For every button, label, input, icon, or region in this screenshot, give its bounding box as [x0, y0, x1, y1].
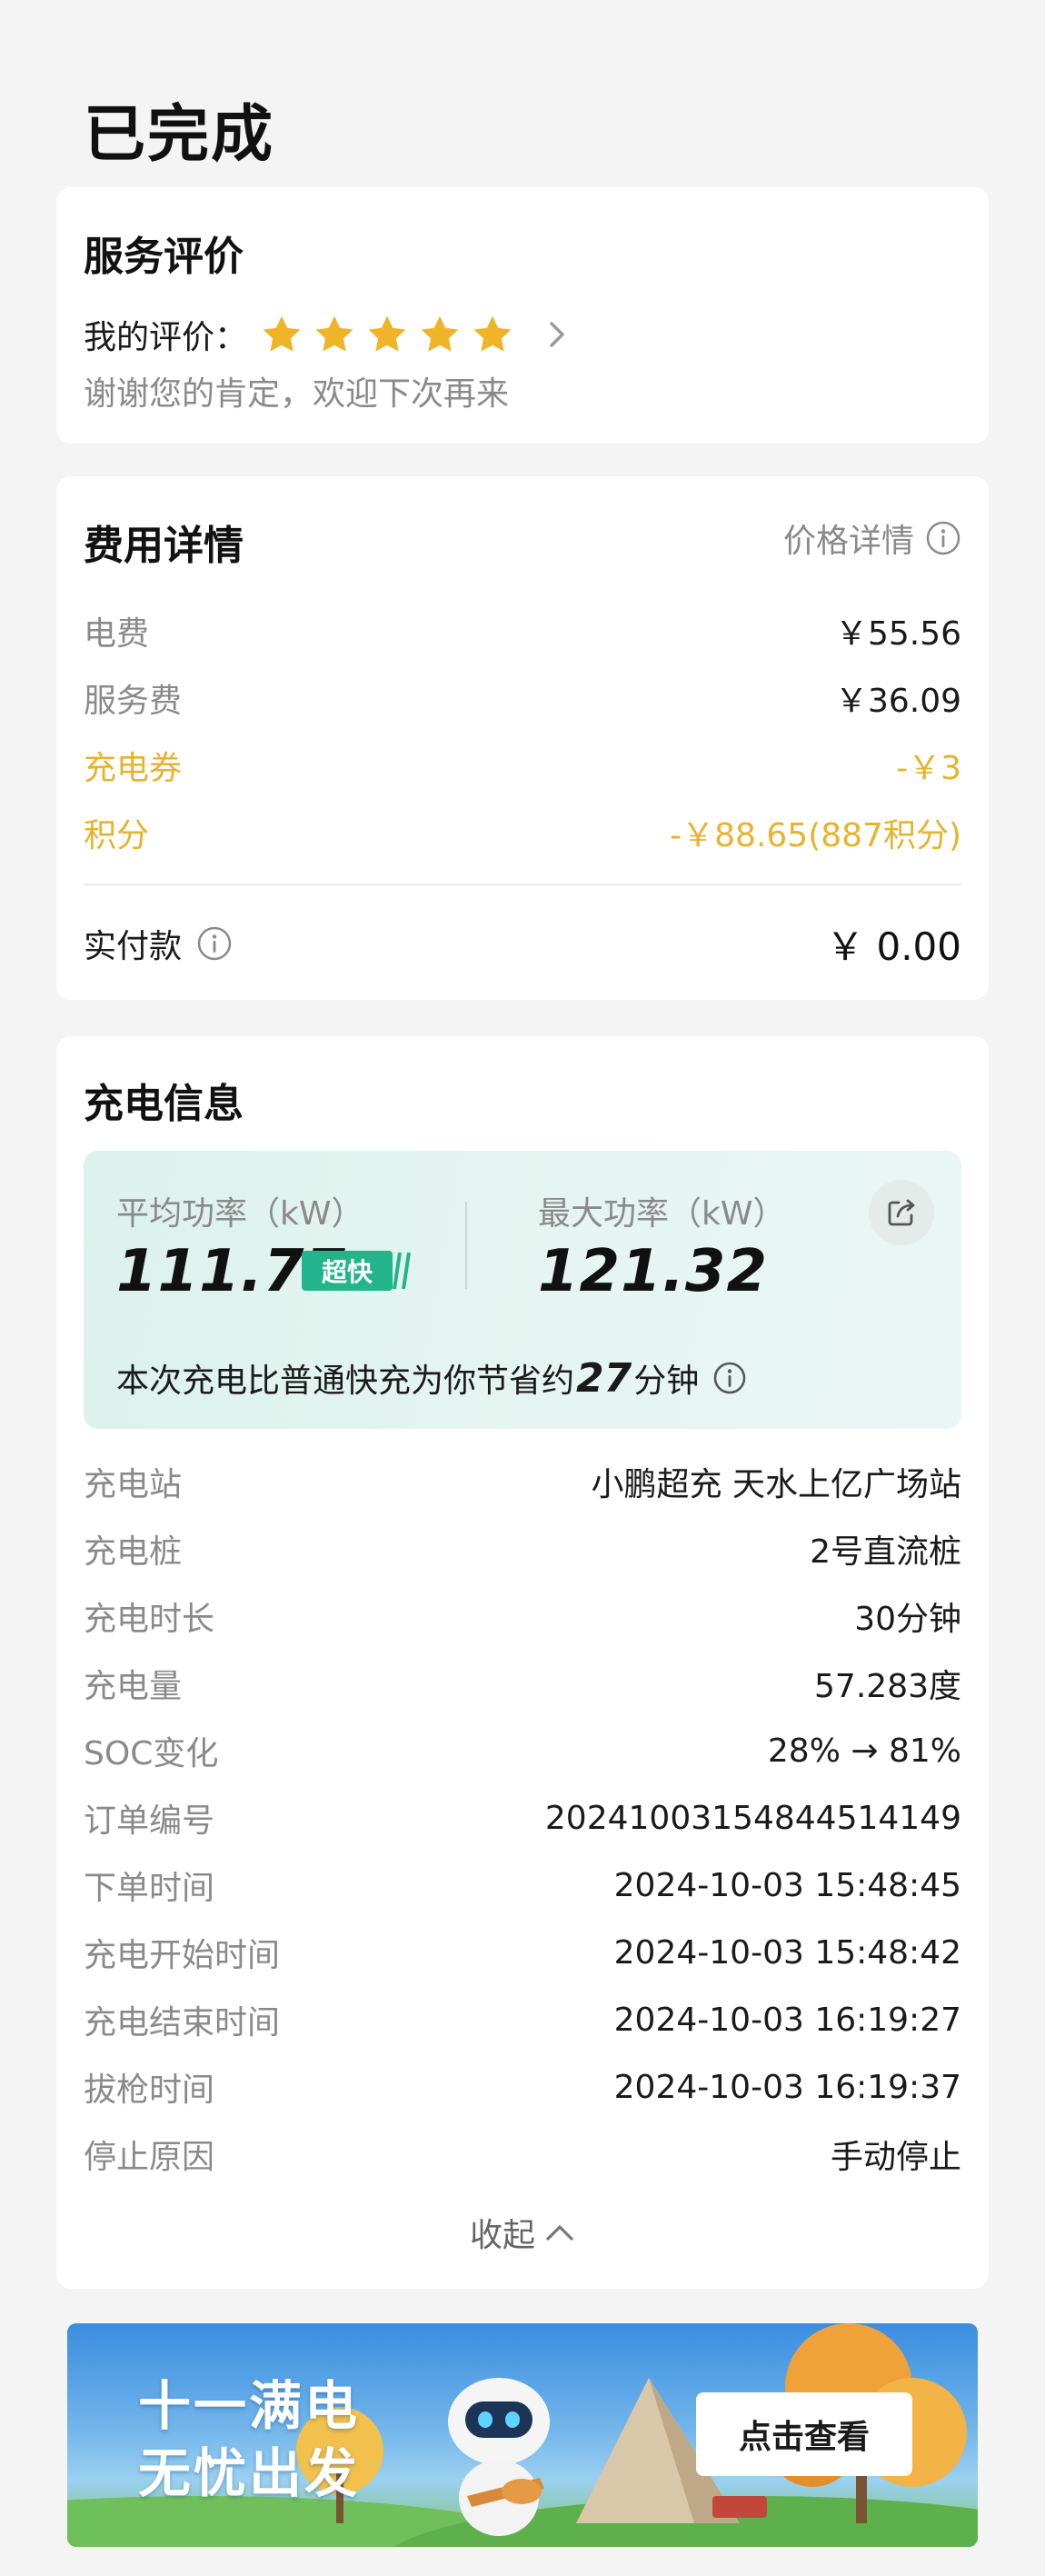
fast-badge-stripes-icon [393, 1252, 411, 1290]
rating-stars [260, 313, 523, 356]
charge-card: 充电信息 平均功率（kW） 111.77 超快 最大功率（kW） 121.32 … [56, 1036, 989, 2289]
paid-label-group: 实付款 [84, 920, 233, 967]
max-power-label: 最大功率（kW） [538, 1195, 786, 1233]
star-icon [260, 313, 304, 356]
power-summary: 平均功率（kW） 111.77 超快 最大功率（kW） 121.32 本次充电比… [84, 1151, 961, 1429]
fee-row-coupon: 充电券 -￥3 [84, 738, 961, 793]
info-icon[interactable] [712, 1360, 748, 1396]
info-label: 充电结束时间 [84, 2004, 281, 2042]
info-row-start-time: 充电开始时间 2024-10-03 15:48:42 [84, 1925, 961, 1980]
fee-row-points: 积分 -￥88.65(887积分) [84, 805, 961, 860]
banner-line-1: 十一满电 [138, 2375, 361, 2437]
saving-minutes: 27 [576, 1354, 632, 1402]
fee-row-service: 服务费 ￥36.09 [84, 671, 961, 725]
fee-label: 积分 [84, 817, 150, 854]
fee-row-electricity: 电费 ￥55.56 [84, 604, 961, 658]
paid-label: 实付款 [84, 928, 183, 965]
fee-label: 充电券 [84, 750, 183, 787]
max-power-value: 121.32 [538, 1238, 768, 1305]
info-label: 充电站 [84, 1466, 183, 1503]
fee-label: 服务费 [84, 683, 183, 720]
info-row-stop-reason: 停止原因 手动停止 [84, 2127, 961, 2182]
time-saving-text: 本次充电比普通快充为你节省约 27 分钟 [116, 1354, 748, 1402]
info-value: 30分钟 [854, 1601, 961, 1638]
review-card: 服务评价 我的评价： 谢谢您的肯定，欢迎下次再来 [56, 187, 989, 444]
banner-cta-button[interactable]: 点击查看 [696, 2392, 912, 2476]
chevron-right-icon[interactable] [543, 316, 571, 353]
info-value: 2024-10-03 15:48:42 [613, 1933, 961, 1972]
info-value: 28% → 81% [767, 1732, 961, 1770]
star-icon [313, 313, 356, 356]
info-row-station: 充电站 小鹏超充 天水上亿广场站 [84, 1454, 961, 1509]
info-label: 拔枪时间 [84, 2072, 215, 2109]
fee-card: 费用详情 价格详情 电费 ￥55.56 服务费 ￥36.09 充电券 -￥3 积… [56, 476, 989, 1000]
my-rating-label: 我的评价： [84, 319, 248, 356]
fee-value: -￥88.65(887积分) [670, 817, 961, 854]
fee-divider [84, 884, 961, 885]
info-label: 充电桩 [84, 1533, 183, 1571]
fee-value: -￥3 [896, 750, 961, 787]
review-card-title: 服务评价 [84, 234, 244, 280]
info-label: 充电量 [84, 1668, 183, 1705]
fee-value: ￥55.56 [834, 615, 961, 653]
power-divider [465, 1202, 467, 1289]
star-icon [471, 313, 514, 356]
star-icon [365, 313, 409, 356]
fee-value: ￥36.09 [834, 683, 961, 720]
info-row-energy: 充电量 57.283度 [84, 1656, 961, 1711]
info-value: 小鹏超充 天水上亿广场站 [591, 1466, 961, 1503]
info-row-duration: 充电时长 30分钟 [84, 1589, 961, 1643]
info-value: 57.283度 [814, 1668, 961, 1705]
share-button[interactable] [869, 1180, 934, 1245]
info-icon[interactable] [196, 925, 233, 962]
info-label: SOC变化 [84, 1735, 219, 1772]
info-row-order-number: 订单编号 20241003154844514149 [84, 1791, 961, 1845]
charge-card-title: 充电信息 [84, 1081, 244, 1127]
share-icon [888, 1199, 915, 1226]
info-row-order-time: 下单时间 2024-10-03 15:48:45 [84, 1858, 961, 1912]
info-row-pile: 充电桩 2号直流桩 [84, 1522, 961, 1576]
info-label: 充电开始时间 [84, 1937, 281, 1974]
info-value: 2024-10-03 16:19:37 [613, 2068, 961, 2106]
collapse-button[interactable]: 收起 [56, 2209, 989, 2256]
chevron-up-icon [546, 2225, 573, 2241]
my-rating-row[interactable]: 我的评价： [84, 305, 571, 364]
info-row-unplug-time: 拔枪时间 2024-10-03 16:19:37 [84, 2060, 961, 2114]
info-label: 充电时长 [84, 1601, 215, 1638]
info-label: 订单编号 [84, 1802, 215, 1840]
info-label: 停止原因 [84, 2139, 215, 2176]
saving-suffix: 分钟 [633, 1363, 700, 1400]
star-icon [418, 313, 462, 356]
price-detail-link[interactable]: 价格详情 [783, 514, 961, 562]
info-value: 2号直流桩 [810, 1533, 961, 1571]
page-title: 已完成 [84, 99, 275, 171]
saving-prefix: 本次充电比普通快充为你节省约 [116, 1363, 575, 1400]
info-value: 手动停止 [830, 2139, 961, 2176]
info-row-end-time: 充电结束时间 2024-10-03 16:19:27 [84, 1992, 961, 2047]
order-detail-page: 已完成 服务评价 我的评价： 谢谢您的肯定，欢迎下次再来 费用详情 价格详情 电… [0, 0, 1045, 2576]
paid-value: ￥ 0.00 [826, 924, 961, 969]
fee-card-title: 费用详情 [84, 523, 244, 569]
info-value: 2024-10-03 16:19:27 [613, 2001, 961, 2039]
paid-row: 实付款 ￥ 0.00 [84, 907, 961, 980]
info-label: 下单时间 [84, 1870, 215, 1907]
info-row-soc: SOC变化 28% → 81% [84, 1723, 961, 1778]
price-detail-label: 价格详情 [782, 523, 914, 560]
review-message: 谢谢您的肯定，欢迎下次再来 [84, 375, 510, 413]
banner-line-2: 无忧出发 [138, 2442, 361, 2504]
avg-power-label: 平均功率（kW） [116, 1195, 364, 1233]
fee-label: 电费 [84, 615, 150, 653]
fast-badge: 超快 [302, 1251, 393, 1291]
info-icon[interactable] [925, 520, 961, 556]
collapse-label: 收起 [469, 2217, 535, 2254]
info-value: 20241003154844514149 [544, 1799, 961, 1837]
info-value: 2024-10-03 15:48:45 [613, 1866, 961, 1904]
promo-banner[interactable]: 十一满电 无忧出发 点击查看 [67, 2323, 978, 2547]
